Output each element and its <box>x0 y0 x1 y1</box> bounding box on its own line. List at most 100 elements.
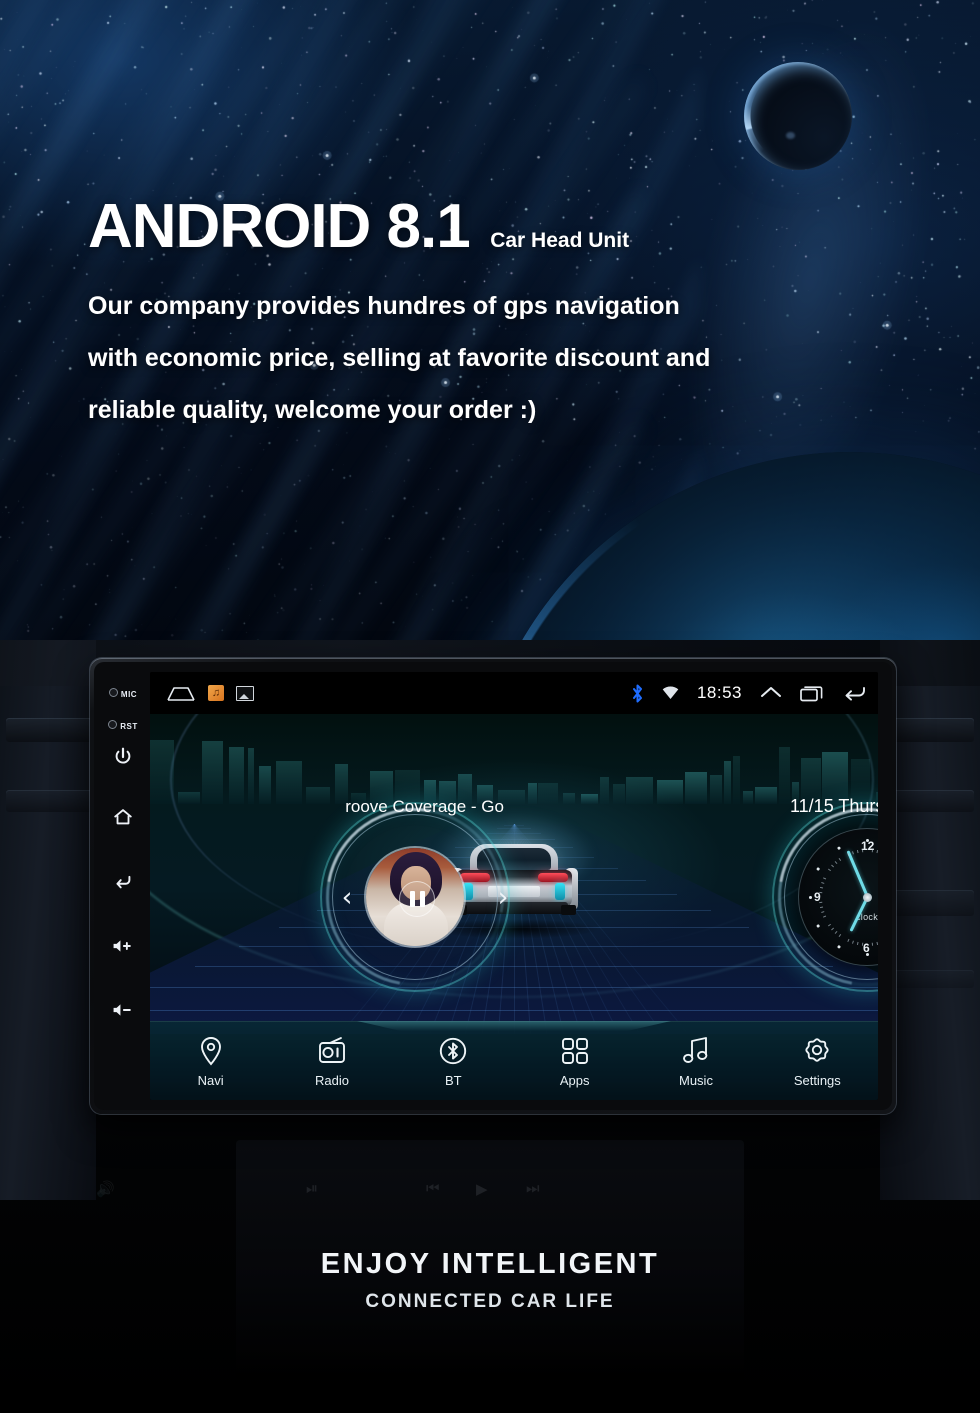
clock-minute-tick <box>830 927 834 930</box>
gear-icon <box>757 1034 878 1068</box>
clock-minute-tick <box>851 850 854 854</box>
volume-up-key[interactable] <box>100 936 146 961</box>
dock-label-settings: Settings <box>793 1073 841 1088</box>
clock-minute-tick <box>818 891 822 893</box>
back-key[interactable] <box>100 870 146 897</box>
screenshot-image-icon[interactable] <box>236 685 254 701</box>
home-outline-icon[interactable] <box>166 684 196 702</box>
tagline: ENJOY INTELLIGENT CONNECTED CAR LIFE <box>0 1248 980 1313</box>
bluetooth-icon <box>393 1034 514 1068</box>
hero-line-1: Our company provides hundres of gps navi… <box>88 292 680 320</box>
hero-paragraph: Our company provides hundres of gps navi… <box>88 280 888 436</box>
dock-item-settings[interactable]: Settings <box>757 1034 878 1088</box>
clock-tick <box>808 895 812 899</box>
promo-page: ANDROID 8.1 Car Head Unit Our company pr… <box>0 0 980 1413</box>
head-unit-screen[interactable]: ♫ 18:53 Groove Coverage - Go ‹ › 11/15 T… <box>150 672 878 1100</box>
dash-vent-left-2 <box>6 790 92 812</box>
dash-vent-right-1 <box>884 718 974 742</box>
hero-copy: ANDROID 8.1 Car Head Unit Our company pr… <box>88 196 888 436</box>
dock-item-radio[interactable]: Radio <box>271 1034 392 1088</box>
dash-vent-left-1 <box>6 718 92 742</box>
clock-minute-tick <box>871 848 873 852</box>
mic-key[interactable]: MIC <box>100 684 146 702</box>
reset-key[interactable]: RST <box>100 716 146 734</box>
dock-item-navi[interactable]: Navi <box>150 1034 271 1088</box>
clock-tick <box>836 944 841 949</box>
page-title: ANDROID 8.1 <box>88 192 471 261</box>
console-volume-icon: 🔊 <box>96 1181 115 1198</box>
clock-minute-tick <box>838 933 841 937</box>
android-status-bar: ♫ 18:53 <box>150 672 878 714</box>
clock-minute-tick <box>851 940 854 944</box>
clock-minute-tick <box>856 941 859 945</box>
tagline-line-1: ENJOY INTELLIGENT <box>320 1248 660 1280</box>
back-arrow-icon <box>116 875 131 889</box>
car-taillight-right <box>538 873 568 882</box>
pause-bar-right <box>419 891 425 907</box>
dock-label-bt: BT <box>445 1073 462 1088</box>
recents-icon[interactable] <box>800 685 824 702</box>
clock-tick <box>865 952 869 956</box>
app-dock: Navi Radio BT Apps Music Settings <box>150 1021 878 1100</box>
map-pin-icon <box>150 1034 271 1068</box>
dock-label-radio: Radio <box>315 1073 349 1088</box>
clock-minute-tick <box>861 942 863 946</box>
clock-minute-tick <box>838 857 841 861</box>
home-key[interactable] <box>100 806 146 833</box>
car-vent-right <box>555 883 565 900</box>
dock-item-bt[interactable]: BT <box>393 1034 514 1088</box>
music-note-notification-icon[interactable]: ♫ <box>208 685 224 701</box>
mic-hole-icon <box>108 688 118 698</box>
dock-item-music[interactable]: Music <box>635 1034 756 1088</box>
power-icon <box>115 747 131 764</box>
volume-down-icon <box>113 1004 131 1016</box>
wifi-icon <box>662 686 679 699</box>
car-wheel-right <box>561 905 576 915</box>
console-media-controls: ⏯ ⏮ ▶ ⏭ <box>306 1180 540 1198</box>
chevron-up-icon[interactable] <box>760 685 782 701</box>
dock-item-apps[interactable]: Apps <box>514 1034 635 1088</box>
car-head-unit: MIC RST ♫ 18:53 Groove Coverage - Go ‹ ›… <box>90 658 896 1114</box>
clock-tick <box>815 866 820 871</box>
clock-minute-tick <box>820 881 824 884</box>
track-title: Groove Coverage - Go <box>346 797 504 816</box>
clock-minute-tick <box>827 923 831 926</box>
radio-icon <box>271 1034 392 1068</box>
clock-minute-tick <box>875 849 878 853</box>
clock-minute-tick <box>846 938 849 942</box>
android-home-screen: Groove Coverage - Go ‹ › 11/15 Thursday <box>150 714 878 1100</box>
volume-up-icon <box>113 940 131 952</box>
clock-minute-tick <box>834 930 837 934</box>
clock-minute-tick <box>834 860 837 864</box>
dock-label-apps: Apps <box>559 1073 590 1088</box>
dash-vent-right-2 <box>884 790 974 812</box>
grid-apps-icon <box>514 1034 635 1068</box>
dock-label-music: Music <box>679 1073 713 1088</box>
bluetooth-icon <box>632 684 642 702</box>
clock-minute-tick <box>820 910 824 913</box>
tagline-line-2: CONNECTED CAR LIFE <box>365 1291 615 1312</box>
moon-crescent-rim <box>744 62 852 170</box>
hero-line-2: with economic price, selling at favorite… <box>88 344 711 372</box>
dock-notch <box>357 1021 671 1031</box>
clock-minute-tick <box>822 915 826 918</box>
clock-minute-tick <box>819 886 823 889</box>
pause-button[interactable] <box>399 881 435 917</box>
dock-label-navi: Navi <box>197 1073 224 1088</box>
clock-tick <box>836 845 841 850</box>
back-arrow-icon[interactable] <box>842 685 866 702</box>
power-key[interactable] <box>100 746 146 773</box>
hero-line-3: reliable quality, welcome your order :) <box>88 396 537 424</box>
home-icon <box>114 809 132 825</box>
city-skyline <box>150 738 878 804</box>
clock-minute-tick <box>846 852 849 856</box>
next-track-button[interactable]: › <box>492 882 514 914</box>
previous-track-button[interactable]: ‹ <box>336 882 358 914</box>
status-bar-clock: 18:53 <box>696 683 742 702</box>
clock-minute-tick <box>818 901 822 903</box>
volume-down-key[interactable] <box>100 1000 146 1025</box>
pause-bar-left <box>409 891 415 907</box>
clock-minute-tick <box>819 905 823 908</box>
clock-minute-tick <box>822 876 826 879</box>
clock-minute-tick <box>871 942 873 946</box>
